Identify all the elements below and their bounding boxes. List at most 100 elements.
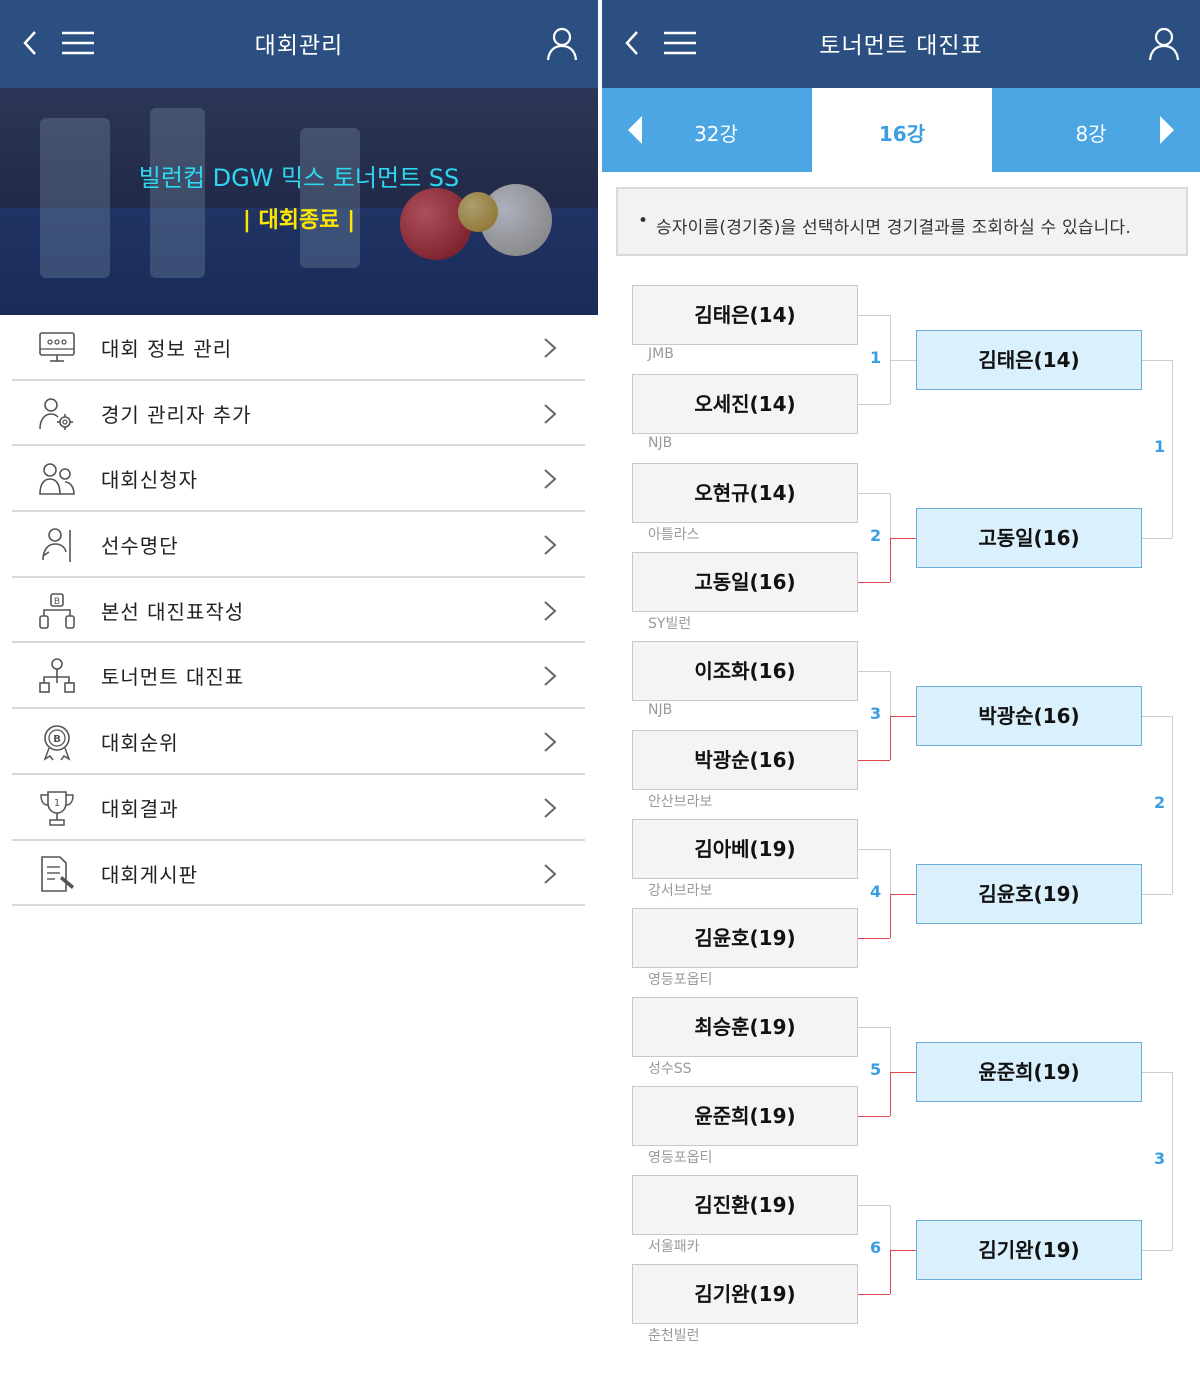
player-box: 김기완(19) xyxy=(632,1264,858,1324)
bracket-line xyxy=(858,1205,890,1206)
menu-item-label: 대회 정보 관리 xyxy=(101,337,233,361)
match-number: 1 xyxy=(870,347,882,367)
chevron-right-icon xyxy=(544,666,557,687)
menu-item-label: 본선 대진표작성 xyxy=(101,599,245,624)
menu-item-create-bracket[interactable]: B 본선 대진표작성 xyxy=(12,578,585,644)
menu-item-label: 경기 관리자 추가 xyxy=(101,402,252,427)
bracket-line xyxy=(1142,537,1172,539)
player-club: NJB xyxy=(648,435,673,451)
right-screen: 토너먼트 대진표 32강 16강 8강 • 승자이름(경기중)을 선택하시면 경… xyxy=(602,0,1200,1374)
menu-item-applicants[interactable]: 대회신청자 xyxy=(12,446,585,513)
bracket-line xyxy=(890,1249,916,1251)
player-club: 영등포옵티 xyxy=(648,972,713,988)
tournament-bracket: 김태은(14) JMB 오세진(14) NJB 1 김태은(14) 오현규(14) 아틀라스 고… xyxy=(602,0,1200,1374)
menu-item-add-match-manager[interactable]: 경기 관리자 추가 xyxy=(12,381,585,447)
next-match-number: 2 xyxy=(1154,792,1166,812)
player-box: 이조화(16) xyxy=(632,641,858,701)
tournament-banner: 빌런컵 DGW 믹스 토너먼트 SS | 대회종료 | xyxy=(0,88,598,315)
bracket-line xyxy=(890,671,891,716)
player-box: 고동일(16) xyxy=(632,552,858,612)
page-title: 대회관리 xyxy=(254,33,344,59)
bracket-line xyxy=(890,1205,891,1250)
bracket-line xyxy=(890,893,891,938)
match-number: 6 xyxy=(870,1237,882,1257)
chevron-right-icon xyxy=(544,403,557,424)
chevron-right-icon xyxy=(544,732,557,752)
menu-item-label: 선수명단 xyxy=(101,534,179,559)
winner-box[interactable]: 박광순(16) xyxy=(916,685,1142,746)
match-number: 4 xyxy=(870,881,882,901)
bracket-line xyxy=(1142,1071,1172,1073)
bracket-line xyxy=(890,493,891,538)
svg-text:B: B xyxy=(53,734,61,745)
medal-icon: B xyxy=(43,725,71,761)
menu-item-board[interactable]: 대회게시판 xyxy=(12,841,585,907)
winner-box[interactable]: 윤준희(19) xyxy=(916,1041,1142,1102)
monitor-icon xyxy=(39,332,75,362)
player-club: 서울패카 xyxy=(648,1239,700,1255)
bracket-line xyxy=(858,760,890,761)
menu-item-label: 대회게시판 xyxy=(101,862,198,887)
player-club: 안산브라보 xyxy=(648,794,713,810)
player-box: 최승훈(19) xyxy=(632,997,858,1057)
winner-box[interactable]: 김태은(14) xyxy=(916,329,1142,390)
bracket-line xyxy=(890,537,916,539)
tree-icon xyxy=(39,658,75,694)
bracket-line xyxy=(858,938,890,939)
users-icon xyxy=(39,463,75,496)
player-cue-icon xyxy=(42,528,71,563)
menu-item-results[interactable]: 1 대회결과 xyxy=(12,775,585,841)
bracket-line xyxy=(1142,893,1172,895)
bracket-line xyxy=(858,493,890,494)
user-icon[interactable] xyxy=(546,26,578,62)
winner-box[interactable]: 김기완(19) xyxy=(916,1219,1142,1280)
winner-box[interactable]: 김윤호(19) xyxy=(916,863,1142,924)
player-club: 강서브라보 xyxy=(648,883,713,899)
bracket-line xyxy=(890,1027,891,1072)
player-box: 김태은(14) xyxy=(632,285,858,345)
next-match-number: 1 xyxy=(1154,436,1166,456)
bracket-line xyxy=(890,1249,891,1294)
match-number: 2 xyxy=(870,525,882,545)
bracket-line xyxy=(890,1071,891,1116)
match-number: 5 xyxy=(870,1059,882,1079)
player-box: 김아베(19) xyxy=(632,819,858,879)
tournament-status: | 대회종료 | xyxy=(242,208,356,233)
menu-item-player-list[interactable]: 선수명단 xyxy=(12,512,585,578)
menu-item-rankings[interactable]: B 대회순위 xyxy=(12,709,585,775)
svg-text:B: B xyxy=(54,597,60,607)
bracket-line xyxy=(858,1027,890,1028)
winner-box[interactable]: 고동일(16) xyxy=(916,507,1142,568)
player-club: 아틀라스 xyxy=(648,527,700,543)
bracket-line xyxy=(890,849,891,894)
bracket-line xyxy=(858,849,890,850)
bracket-line xyxy=(1172,359,1173,538)
app-bar: 대회관리 xyxy=(0,0,598,88)
player-box: 오현규(14) xyxy=(632,463,858,523)
left-screen: 대회관리 빌런컵 DGW 믹스 토너먼트 SS | 대회종료 | 대회 정보 관… xyxy=(0,0,598,1374)
svg-text:1: 1 xyxy=(54,798,60,809)
chevron-right-icon xyxy=(544,601,557,621)
menu-item-label: 대회순위 xyxy=(101,731,179,756)
bracket-line xyxy=(1172,715,1173,894)
bracket-line xyxy=(890,715,891,760)
menu-item-label: 토너먼트 대진표 xyxy=(101,665,245,690)
player-box: 윤준희(19) xyxy=(632,1086,858,1146)
bracket-line xyxy=(890,359,891,404)
bracket-line xyxy=(1172,1071,1173,1250)
player-club: JMB xyxy=(648,346,674,362)
menu-item-tournament-bracket[interactable]: 토너먼트 대진표 xyxy=(12,643,585,710)
bracket-line xyxy=(1142,715,1172,717)
chevron-right-icon xyxy=(544,469,557,490)
chevron-right-icon xyxy=(544,798,557,818)
board-write-icon xyxy=(41,855,74,892)
bracket-line xyxy=(1142,359,1172,361)
next-match-number: 3 xyxy=(1154,1148,1166,1168)
menu-item-tournament-info[interactable]: 대회 정보 관리 xyxy=(12,315,585,381)
bracket-line xyxy=(858,404,890,405)
menu-item-label: 대회신청자 xyxy=(101,468,198,493)
player-club: 춘천빌런 xyxy=(648,1328,700,1344)
player-box: 김윤호(19) xyxy=(632,908,858,968)
tournament-name: 빌런컵 DGW 믹스 토너먼트 SS xyxy=(138,164,460,192)
chevron-right-icon xyxy=(544,863,557,884)
